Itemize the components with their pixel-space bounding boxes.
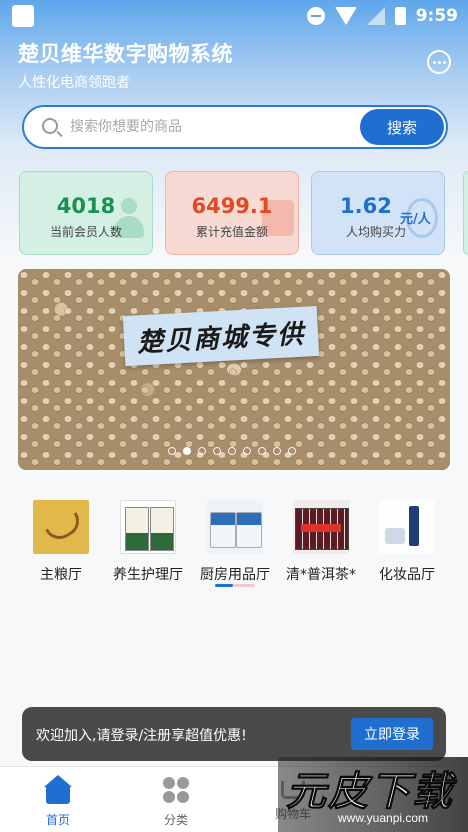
app-title: 楚贝维华数字购物系统 [18, 42, 233, 66]
login-prompt: 欢迎加入,请登录/注册享超值优惠! 立即登录 [22, 707, 446, 761]
pagination-dot[interactable] [243, 447, 251, 455]
home-icon [43, 775, 73, 805]
tab-home[interactable]: 首页 [13, 767, 103, 832]
category-cosmetics[interactable]: 化妆品厅 [367, 500, 447, 584]
login-button[interactable]: 立即登录 [351, 718, 433, 750]
cosmetics-image [379, 500, 435, 554]
app-subtitle: 人性化电商领跑者 [18, 75, 130, 91]
signal-icon [366, 7, 385, 25]
banner-text: 楚贝商城专供 [122, 305, 320, 367]
pagination-dot[interactable] [213, 447, 221, 455]
category-label: 养生护理厅 [113, 567, 183, 583]
tab-label: 分类 [163, 813, 188, 827]
pagination-dot-active[interactable] [183, 447, 191, 455]
health-image [120, 500, 176, 554]
promo-banner[interactable]: 楚贝商城专供 [18, 269, 450, 470]
tab-category[interactable]: 分类 [131, 767, 221, 832]
category-label: 主粮厅 [40, 567, 82, 583]
notification-icon [12, 5, 34, 27]
message-icon[interactable] [427, 50, 451, 74]
pagination-dot[interactable] [288, 447, 296, 455]
category-tea[interactable]: 清*普洱茶* [281, 500, 361, 584]
stat-label: 人均购买力 [346, 225, 407, 239]
pagination-dot[interactable] [168, 447, 176, 455]
stat-label: 累计充值金额 [195, 225, 268, 239]
stat-value: 6499.1 [191, 194, 273, 218]
do-not-disturb-icon [306, 7, 325, 25]
category-grain[interactable]: 主粮厅 [21, 500, 101, 584]
status-time: 9:59 [415, 6, 458, 26]
pagination-dot[interactable] [273, 447, 281, 455]
search-button[interactable]: 搜索 [360, 109, 444, 145]
stat-card-purchasing-power[interactable]: 1.62 元/人 人均购买力 [311, 171, 445, 255]
stat-value: 4018 [56, 194, 116, 218]
pagination-dot[interactable] [198, 447, 206, 455]
grain-image [33, 500, 89, 554]
wifi-icon [334, 7, 357, 25]
battery-icon [394, 7, 406, 25]
banner-pagination [168, 447, 296, 455]
status-bar: 9:59 [0, 0, 468, 32]
category-label: 清*普洱茶* [286, 567, 356, 583]
pagination-dot[interactable] [258, 447, 266, 455]
watermark-logo: 元皮下载 [286, 769, 454, 816]
stat-card-next[interactable] [463, 171, 468, 255]
search-input[interactable] [70, 115, 350, 139]
watermark: 元皮下载 www.yuanpi.com [278, 757, 468, 832]
stat-label: 当前会员人数 [49, 225, 122, 239]
category-icon [161, 775, 191, 805]
tab-label: 首页 [45, 813, 70, 827]
search-icon [42, 118, 58, 134]
category-health[interactable]: 养生护理厅 [108, 500, 188, 584]
login-prompt-text: 欢迎加入,请登录/注册享超值优惠! [36, 728, 247, 744]
search-bar: 搜索 [22, 105, 448, 149]
banner-image [18, 269, 450, 470]
category-scroll-indicator [215, 584, 255, 587]
watermark-url: www.yuanpi.com [338, 811, 429, 825]
stat-card-members[interactable]: 4018 当前会员人数 [19, 171, 153, 255]
category-label: 厨房用品厅 [200, 567, 270, 583]
category-label: 化妆品厅 [379, 567, 435, 583]
category-kitchen[interactable]: 厨房用品厅 [195, 500, 275, 584]
stat-card-recharge[interactable]: 6499.1 累计充值金额 [165, 171, 299, 255]
kitchen-image [207, 500, 263, 554]
tea-image [293, 500, 349, 554]
pagination-dot[interactable] [228, 447, 236, 455]
